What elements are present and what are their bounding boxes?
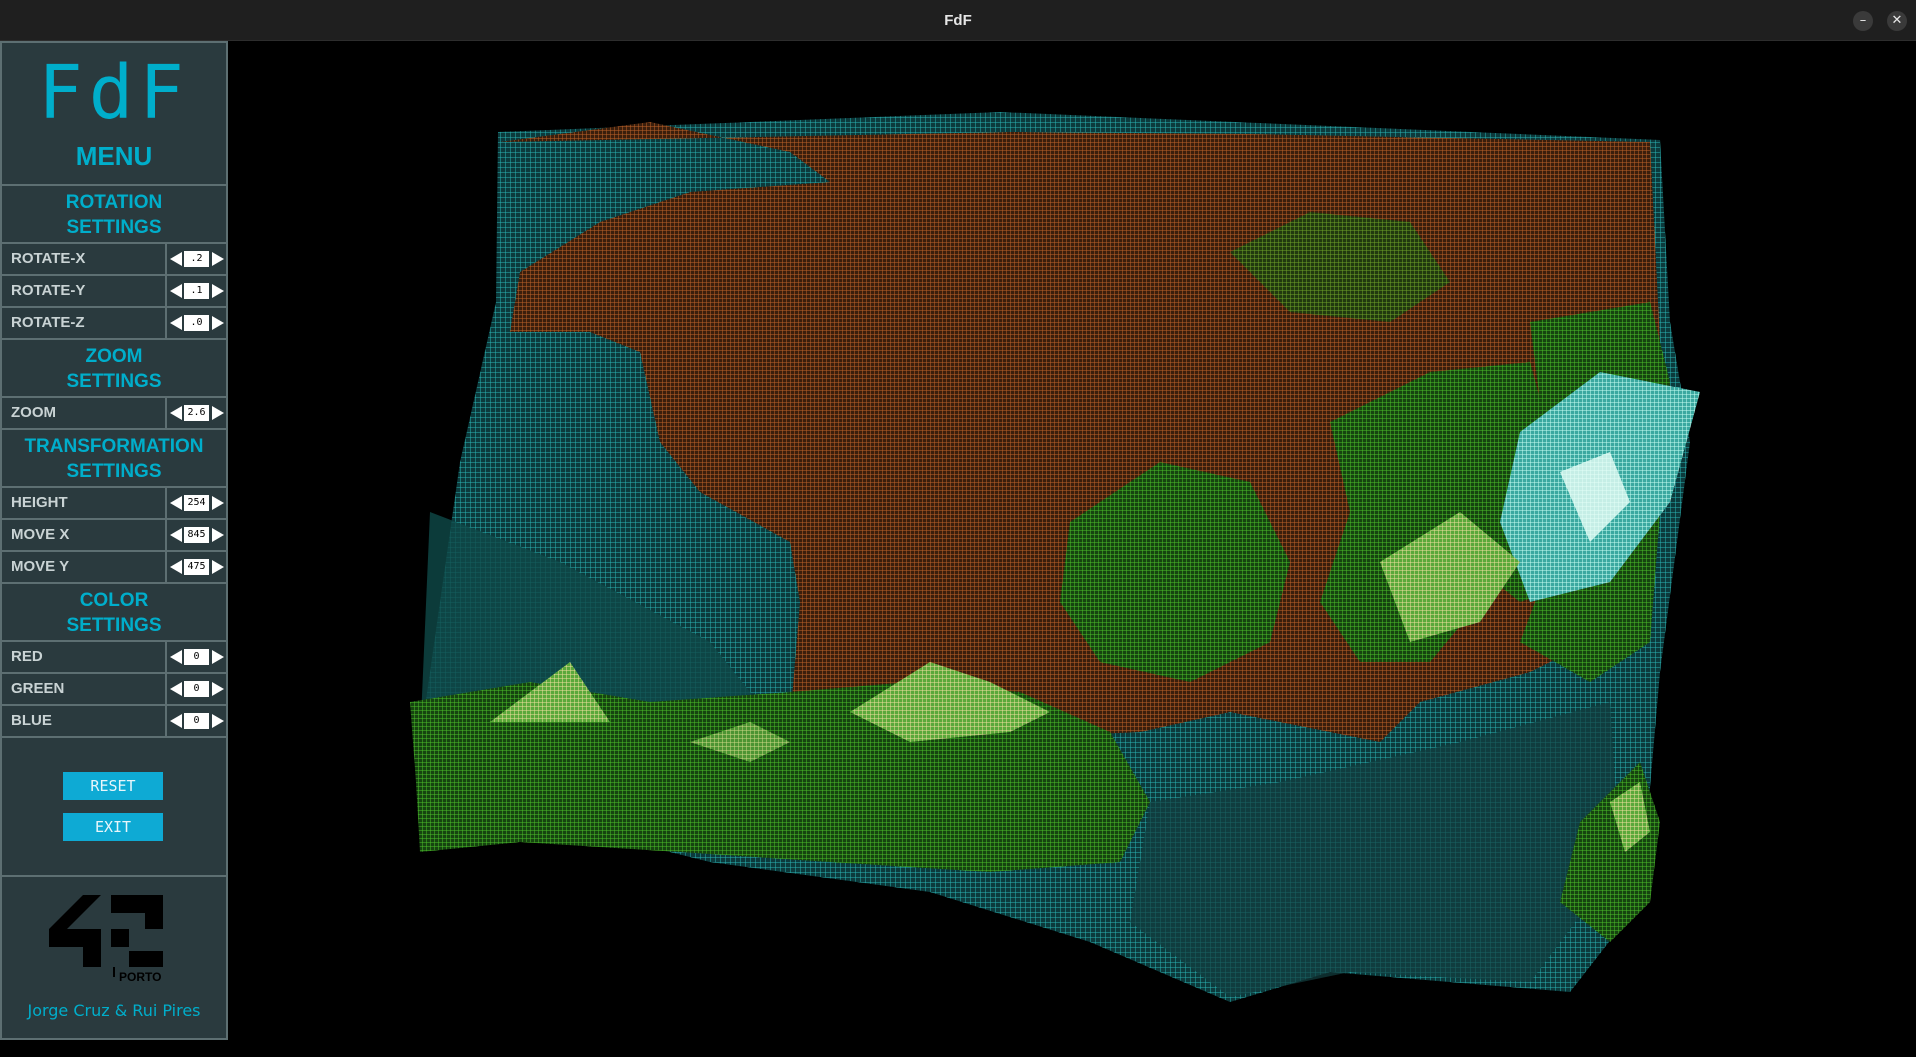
arrow-right-icon[interactable] [212, 650, 224, 664]
window-title: FdF [944, 12, 972, 29]
rotate-z-row: ROTATE-Z [2, 308, 226, 340]
move-y-row: MOVE Y [2, 552, 226, 584]
zoom-value[interactable] [184, 405, 209, 421]
blue-row: BLUE [2, 706, 226, 738]
blue-value[interactable] [184, 713, 209, 729]
red-label: RED [11, 648, 43, 665]
section-title: ROTATION [65, 192, 163, 213]
move-y-label: MOVE Y [11, 558, 70, 575]
rotate-y-row: ROTATE-Y [2, 276, 226, 308]
color-settings-header: COLOR SETTINGS [2, 584, 226, 642]
height-value[interactable] [184, 495, 209, 511]
arrow-left-icon[interactable] [170, 528, 182, 542]
arrow-left-icon[interactable] [170, 682, 182, 696]
rotate-y-stepper [165, 276, 226, 306]
rotate-x-row: ROTATE-X [2, 244, 226, 276]
wireframe-map-canvas[interactable] [230, 42, 1916, 1057]
green-label: GREEN [11, 680, 65, 697]
arrow-left-icon[interactable] [170, 496, 182, 510]
close-icon[interactable]: ✕ [1887, 11, 1907, 31]
zoom-label: ZOOM [11, 404, 56, 421]
height-row: HEIGHT [2, 488, 226, 520]
arrow-right-icon[interactable] [212, 406, 224, 420]
move-x-row: MOVE X [2, 520, 226, 552]
authors-credit: Jorge Cruz & Rui Pires [27, 1001, 201, 1020]
red-value[interactable] [184, 649, 209, 665]
rotate-z-label: ROTATE-Z [11, 314, 85, 331]
logo-box: FdF MENU [2, 43, 226, 186]
menu-footer: PORTO Jorge Cruz & Rui Pires [2, 875, 226, 1040]
section-title: ZOOM [85, 346, 143, 367]
section-title: TRANSFORMATION [24, 436, 204, 457]
arrow-right-icon[interactable] [212, 252, 224, 266]
zoom-row: ZOOM [2, 398, 226, 430]
move-y-stepper [165, 552, 226, 582]
rotate-x-stepper [165, 244, 226, 274]
zoom-stepper [165, 398, 226, 428]
section-subtitle: SETTINGS [66, 615, 162, 636]
section-subtitle: SETTINGS [66, 461, 162, 482]
arrow-left-icon[interactable] [170, 650, 182, 664]
menu-title: MENU [75, 141, 153, 171]
red-stepper [165, 642, 226, 672]
rotate-y-value[interactable] [184, 283, 209, 299]
green-value[interactable] [184, 681, 209, 697]
arrow-left-icon[interactable] [170, 714, 182, 728]
move-x-label: MOVE X [11, 526, 70, 543]
fdf-logo: FdF [38, 50, 190, 136]
arrow-right-icon[interactable] [212, 496, 224, 510]
school-42-logo [49, 895, 163, 977]
minimize-icon[interactable]: – [1853, 11, 1873, 31]
rotate-x-value[interactable] [184, 251, 209, 267]
section-title: COLOR [79, 590, 149, 611]
move-y-value[interactable] [184, 559, 209, 575]
rotation-settings-header: ROTATION SETTINGS [2, 186, 226, 244]
move-x-value[interactable] [184, 527, 209, 543]
arrow-left-icon[interactable] [170, 406, 182, 420]
height-stepper [165, 488, 226, 518]
green-row: GREEN [2, 674, 226, 706]
arrow-right-icon[interactable] [212, 528, 224, 542]
height-label: HEIGHT [11, 494, 68, 511]
rotate-x-label: ROTATE-X [11, 250, 86, 267]
arrow-right-icon[interactable] [212, 714, 224, 728]
green-stepper [165, 674, 226, 704]
reset-button[interactable]: RESET [63, 772, 163, 800]
arrow-right-icon[interactable] [212, 284, 224, 298]
red-row: RED [2, 642, 226, 674]
arrow-left-icon[interactable] [170, 316, 182, 330]
arrow-right-icon[interactable] [212, 316, 224, 330]
rotate-z-value[interactable] [184, 315, 209, 331]
blue-label: BLUE [11, 712, 52, 729]
transformation-settings-header: TRANSFORMATION SETTINGS [2, 430, 226, 488]
arrow-left-icon[interactable] [170, 560, 182, 574]
arrow-right-icon[interactable] [212, 682, 224, 696]
exit-button[interactable]: EXIT [63, 813, 163, 841]
arrow-left-icon[interactable] [170, 252, 182, 266]
section-subtitle: SETTINGS [66, 371, 162, 392]
rotate-y-label: ROTATE-Y [11, 282, 86, 299]
window-titlebar: FdF – ✕ [0, 0, 1916, 41]
section-subtitle: SETTINGS [66, 217, 162, 238]
rotate-z-stepper [165, 308, 226, 338]
menu-panel: FdF MENU ROTATION SETTINGS ROTATE-X ROTA… [0, 41, 228, 1040]
arrow-right-icon[interactable] [212, 560, 224, 574]
zoom-settings-header: ZOOM SETTINGS [2, 340, 226, 398]
campus-label: PORTO [119, 970, 162, 984]
arrow-left-icon[interactable] [170, 284, 182, 298]
move-x-stepper [165, 520, 226, 550]
blue-stepper [165, 706, 226, 736]
